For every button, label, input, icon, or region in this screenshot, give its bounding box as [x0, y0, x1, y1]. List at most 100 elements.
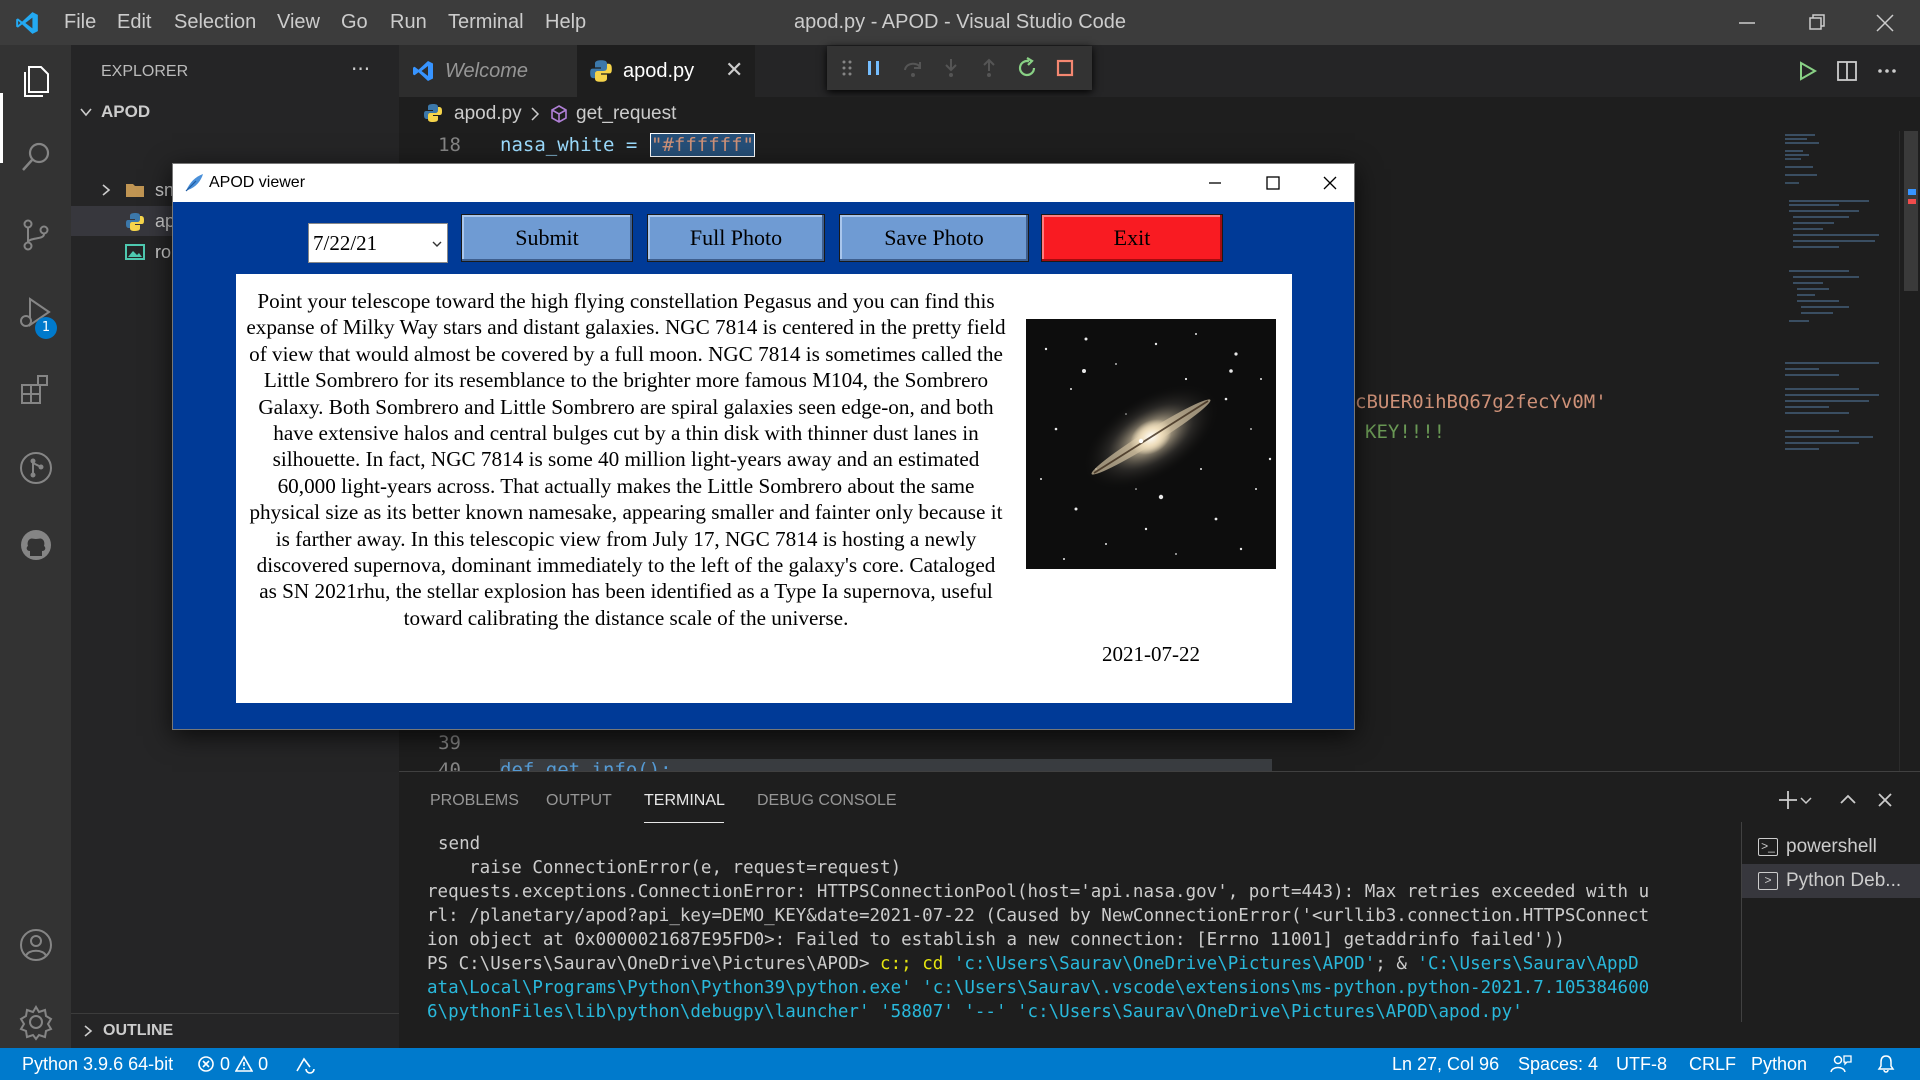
minimap[interactable] [1779, 131, 1899, 771]
code-line: nasa_white = [500, 134, 649, 156]
drag-handle-icon[interactable] [835, 56, 859, 80]
debug-toolbar [827, 46, 1092, 90]
tab-debug-console[interactable]: DEBUG CONSOLE [757, 792, 897, 810]
split-editor-icon[interactable] [1834, 58, 1860, 84]
minimap-lines [1785, 134, 1879, 450]
vscode-logo-icon [413, 61, 433, 81]
chevron-right-icon [531, 107, 540, 121]
restart-icon[interactable] [1015, 56, 1039, 80]
settings-gear-icon[interactable] [16, 1002, 56, 1042]
language-mode[interactable]: Python [1751, 1054, 1807, 1075]
source-control-icon[interactable] [16, 215, 56, 255]
line-number: 40 [438, 759, 461, 771]
terminal-icon: > [1758, 872, 1778, 890]
github-icon[interactable] [16, 525, 56, 565]
terminal-list: >_ powershell > Python Deb... [1741, 822, 1920, 1022]
terminal-item-label: Python Deb... [1786, 870, 1902, 891]
menu-selection[interactable]: Selection [174, 11, 256, 34]
terminal-icon: >_ [1758, 838, 1778, 856]
cursor-position[interactable]: Ln 27, Col 96 [1392, 1054, 1499, 1075]
apod-window-title: APOD viewer [209, 174, 306, 191]
explorer-title: EXPLORER [101, 63, 189, 80]
step-out-icon[interactable] [977, 56, 1001, 80]
line-ending[interactable]: CRLF [1689, 1054, 1736, 1075]
tab-problems[interactable]: PROBLEMS [430, 792, 519, 810]
terminal-line: raise ConnectionError(e, request=request… [427, 858, 902, 878]
close-icon[interactable] [1317, 170, 1343, 196]
tab-terminal[interactable]: TERMINAL [644, 792, 725, 810]
minimize-icon[interactable] [1732, 8, 1762, 38]
notifications-bell-icon[interactable] [1876, 1054, 1896, 1074]
terminal-cmd: cd [922, 954, 954, 974]
code-string: "#ffffff" [650, 133, 755, 157]
minimize-icon[interactable] [1202, 170, 1228, 196]
tab-label: apod.py [623, 60, 695, 82]
step-over-icon[interactable] [901, 56, 925, 80]
menu-view[interactable]: View [277, 11, 320, 34]
folder-icon [126, 184, 144, 197]
terminal-output[interactable]: send raise ConnectionError(e, request=re… [399, 832, 1739, 1042]
maximize-panel-icon[interactable] [1836, 788, 1860, 812]
chevron-down-icon [432, 241, 442, 247]
step-into-icon[interactable] [939, 56, 963, 80]
close-panel-icon[interactable] [1873, 788, 1897, 812]
breadcrumb-symbol[interactable]: get_request [576, 103, 676, 125]
tab-output[interactable]: OUTPUT [546, 792, 612, 810]
account-icon[interactable] [16, 925, 56, 965]
apod-title-bar[interactable]: APOD viewer [173, 164, 1354, 202]
new-terminal-icon[interactable] [1776, 788, 1800, 812]
breadcrumb-file[interactable]: apod.py [454, 103, 522, 125]
menu-edit[interactable]: Edit [117, 11, 151, 34]
git-graph-icon[interactable] [16, 448, 56, 488]
run-icon[interactable] [1794, 58, 1820, 84]
extensions-icon[interactable] [16, 370, 56, 410]
terminal-op: ; & [1375, 954, 1418, 974]
tab-apod-py[interactable]: apod.py ✕ [577, 45, 755, 97]
feedback-icon[interactable] [1830, 1054, 1852, 1074]
bottom-panel: PROBLEMS OUTPUT TERMINAL DEBUG CONSOLE s… [399, 771, 1920, 1048]
save-photo-button[interactable]: Save Photo [839, 214, 1029, 262]
more-actions-icon[interactable]: ··· [351, 57, 370, 81]
editor-tabs: Welcome apod.py ✕ [399, 45, 1920, 97]
outline-section[interactable]: OUTLINE [71, 1013, 399, 1047]
pause-icon[interactable] [862, 56, 886, 80]
terminal-item-powershell[interactable]: >_ powershell [1742, 830, 1920, 864]
galaxy-photo[interactable] [1026, 319, 1276, 569]
error-count: 0 [220, 1054, 231, 1074]
chevron-down-icon[interactable] [1799, 788, 1813, 812]
menu-file[interactable]: File [64, 11, 96, 34]
full-photo-button[interactable]: Full Photo [647, 214, 825, 262]
menu-run[interactable]: Run [390, 11, 427, 34]
close-tab-icon[interactable]: ✕ [725, 57, 743, 83]
code-string: cBUER0ihBQ67g2fecYv0M' [1355, 391, 1607, 413]
submit-button[interactable]: Submit [461, 214, 633, 262]
exit-button[interactable]: Exit [1041, 214, 1223, 262]
indentation[interactable]: Spaces: 4 [1518, 1054, 1598, 1075]
stop-icon[interactable] [1053, 56, 1077, 80]
restore-icon[interactable] [1802, 8, 1832, 38]
search-icon[interactable] [16, 137, 56, 177]
date-picker[interactable]: 7/22/21 [308, 223, 448, 263]
maximize-icon[interactable] [1260, 170, 1286, 196]
terminal-line: rl: /planetary/apod?api_key=DEMO_KEY&dat… [427, 906, 1650, 926]
menu-help[interactable]: Help [545, 11, 586, 34]
menu-terminal[interactable]: Terminal [448, 11, 524, 34]
live-share-icon[interactable] [294, 1055, 316, 1075]
tab-welcome[interactable]: Welcome [399, 45, 577, 97]
apod-content-panel: Point your telescope toward the high fly… [236, 274, 1292, 703]
workspace-root[interactable]: APOD [71, 97, 399, 127]
menu-go[interactable]: Go [341, 11, 368, 34]
scrollbar-thumb[interactable] [1904, 131, 1918, 291]
encoding[interactable]: UTF-8 [1616, 1054, 1667, 1075]
problems-counter[interactable]: 0 0 [197, 1054, 268, 1075]
more-actions-icon[interactable] [1874, 58, 1900, 84]
workspace-name: APOD [101, 102, 151, 121]
close-icon[interactable] [1870, 8, 1900, 38]
python-interpreter[interactable]: Python 3.9.6 64-bit [22, 1054, 173, 1075]
method-cube-icon [551, 105, 567, 123]
image-file-icon [125, 244, 145, 260]
terminal-item-python-debug[interactable]: > Python Deb... [1742, 864, 1920, 898]
files-icon[interactable] [16, 61, 56, 101]
vscode-logo-icon[interactable] [14, 10, 40, 36]
editor-scrollbar[interactable] [1899, 131, 1920, 771]
